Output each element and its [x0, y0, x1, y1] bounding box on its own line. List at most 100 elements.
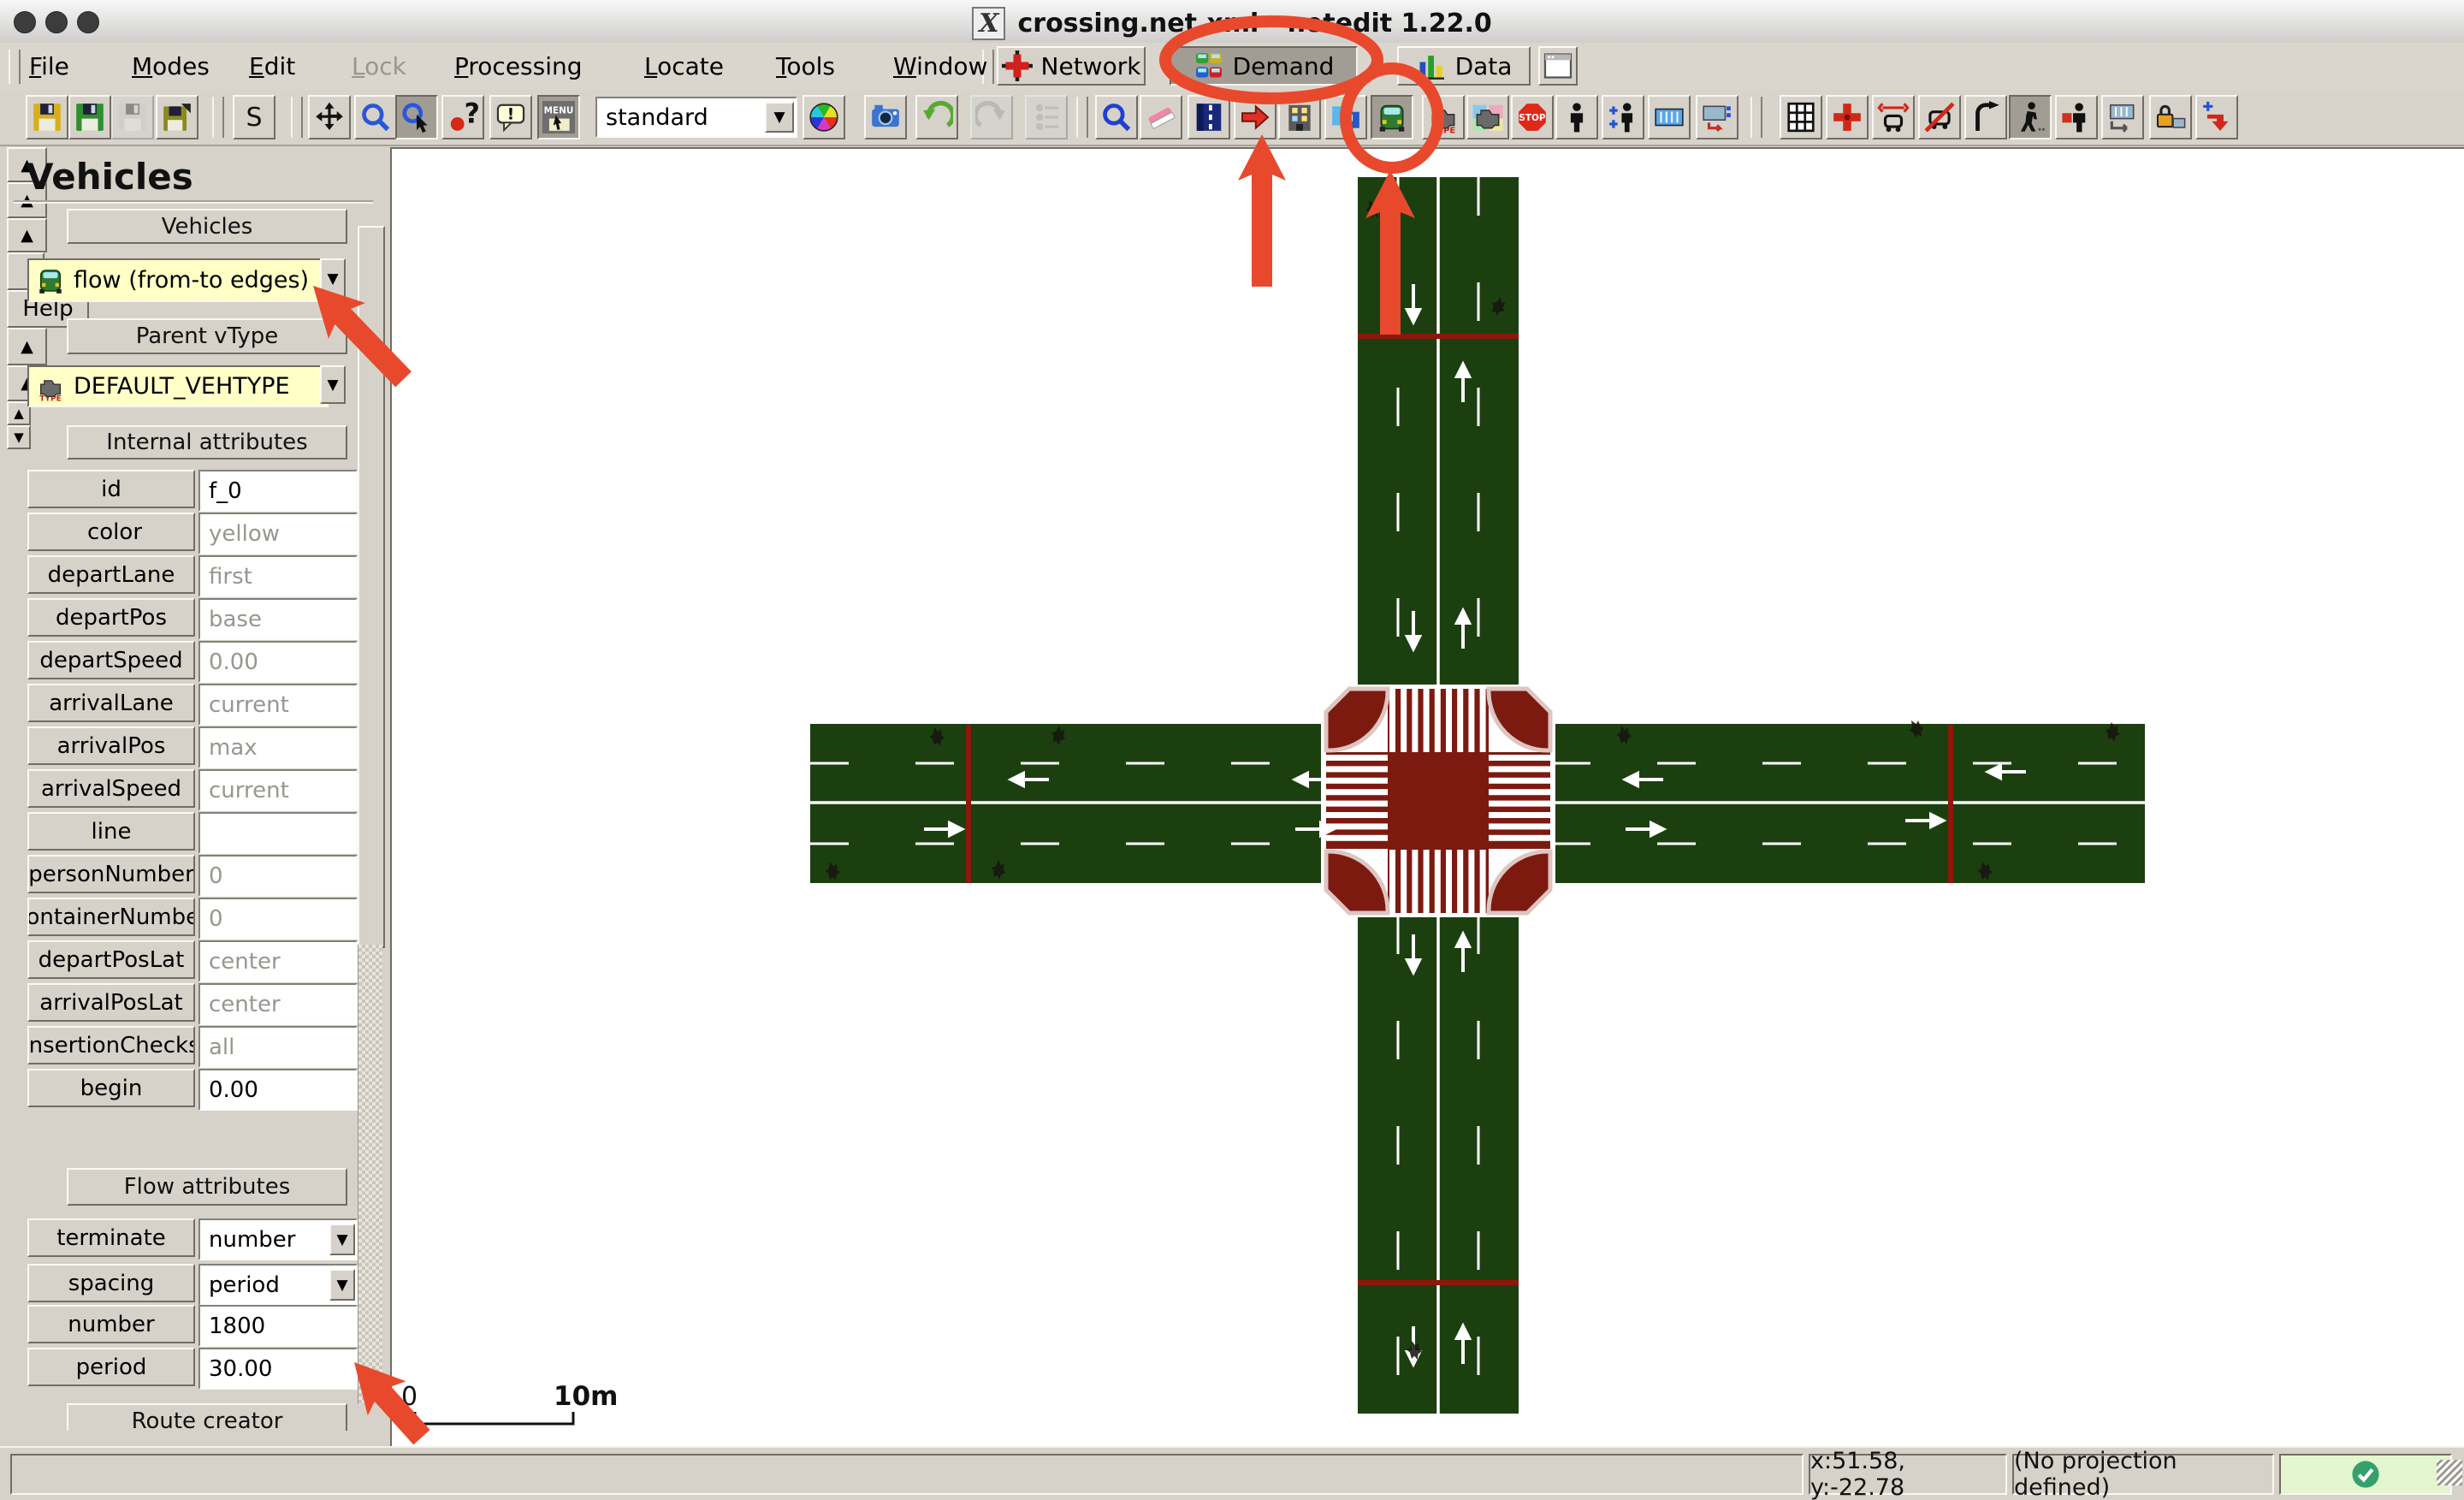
menu-window[interactable]: Window: [886, 48, 994, 84]
attr-label-personNumber[interactable]: personNumber: [27, 855, 195, 893]
chevron-down-icon[interactable]: ▼: [329, 1224, 355, 1255]
flow-label-spacing[interactable]: spacing: [27, 1264, 195, 1302]
supermode-network-button[interactable]: Network: [997, 46, 1146, 86]
attr-label-departPos[interactable]: departPos: [27, 598, 195, 637]
attr-input-departSpeed[interactable]: 0.00: [198, 641, 358, 683]
collapse-button-flow-attributes[interactable]: ▲: [7, 328, 47, 365]
menu-edit[interactable]: Edit: [242, 48, 302, 84]
select-mode-button[interactable]: [1188, 95, 1230, 139]
attr-input-arrivalPos[interactable]: max: [198, 726, 358, 768]
save-as-button[interactable]: [156, 95, 198, 139]
compute-options-button[interactable]: [1025, 95, 1068, 139]
save-disabled-button[interactable]: [111, 95, 154, 139]
supermode-s-button[interactable]: S: [233, 95, 275, 139]
zoom-cursor-button[interactable]: [395, 95, 438, 139]
move-view-button[interactable]: [308, 95, 351, 139]
toolbar-grip[interactable]: [9, 50, 21, 84]
route-distribution-mode-button[interactable]: [1324, 95, 1367, 139]
chevron-down-icon[interactable]: ▼: [329, 1269, 355, 1301]
person-mode-button[interactable]: [1555, 95, 1598, 139]
section-header-vehicles[interactable]: Vehicles: [67, 209, 347, 244]
junction-tool-button[interactable]: [1826, 95, 1869, 139]
attr-input-id[interactable]: f_0: [198, 470, 358, 512]
menu-file[interactable]: File: [22, 48, 76, 84]
attr-label-color[interactable]: color: [27, 513, 195, 551]
menu-hide-button[interactable]: MENU: [537, 95, 580, 139]
attr-input-personNumber[interactable]: 0: [198, 855, 358, 897]
section-header-parent-vtype[interactable]: Parent vType: [67, 318, 347, 354]
save-network-button[interactable]: [26, 95, 68, 139]
section-header-internal-attributes[interactable]: Internal attributes: [67, 425, 347, 459]
vehicle-mode-button[interactable]: [1371, 95, 1413, 139]
attr-input-arrivalPosLat[interactable]: center: [198, 983, 358, 1025]
snapshot-button[interactable]: [864, 95, 907, 139]
persons-tool-button[interactable]: [2055, 95, 2098, 139]
attr-label-departLane[interactable]: departLane: [27, 555, 195, 594]
collapse-button-internal-attributes[interactable]: ▲: [7, 218, 47, 252]
chevron-down-icon[interactable]: ▼: [320, 258, 346, 299]
menu-modes[interactable]: Modes: [125, 48, 216, 84]
attr-input-departLane[interactable]: first: [198, 555, 358, 597]
menu-tools[interactable]: Tools: [769, 48, 842, 84]
supermode-demand-button[interactable]: Demand: [1170, 46, 1358, 86]
vehicle-size-tool-button[interactable]: [1872, 95, 1915, 139]
section-header-route-creator[interactable]: Route creator: [67, 1403, 347, 1431]
attr-input-insertionChecks[interactable]: all: [198, 1026, 358, 1068]
panel-scroll-track[interactable]: [358, 945, 382, 1404]
vehicle-prohibit-tool-button[interactable]: [1918, 95, 1961, 139]
vehicle-type-combo[interactable]: flow (from-to edges): [27, 258, 329, 302]
redo-button[interactable]: [970, 95, 1013, 139]
attr-input-line[interactable]: [198, 812, 358, 854]
resize-grip[interactable]: [2437, 1460, 2462, 1485]
parent-vtype-combo[interactable]: TYPEDEFAULT_VEHTYPE: [27, 365, 329, 407]
delete-mode-button[interactable]: [1140, 95, 1182, 139]
inspect-mode-button[interactable]: [1095, 95, 1138, 139]
flow-input-number[interactable]: 1800: [198, 1305, 358, 1347]
attr-input-arrivalLane[interactable]: current: [198, 684, 358, 726]
section-header-flow-attributes[interactable]: Flow attributes: [67, 1168, 347, 1206]
zoom-in-button[interactable]: [354, 95, 397, 139]
attr-label-begin[interactable]: begin: [27, 1069, 195, 1107]
flow-label-number[interactable]: number: [27, 1305, 195, 1343]
attr-label-containerNumber[interactable]: containerNumber: [27, 898, 195, 936]
menu-processing[interactable]: Processing: [447, 48, 589, 84]
attr-input-arrivalSpeed[interactable]: current: [198, 769, 358, 811]
colorscheme-open-button[interactable]: [803, 95, 845, 139]
attr-input-departPosLat[interactable]: center: [198, 940, 358, 982]
attr-label-line[interactable]: line: [27, 812, 195, 851]
flow-label-period[interactable]: period: [27, 1348, 195, 1386]
lock-tool-button[interactable]: [2149, 95, 2192, 139]
menu-lock[interactable]: Lock: [345, 48, 413, 84]
flow-label-terminate[interactable]: terminate: [27, 1218, 195, 1257]
route-mode-button[interactable]: [1278, 95, 1321, 139]
attr-label-departSpeed[interactable]: departSpeed: [27, 641, 195, 679]
attr-input-containerNumber[interactable]: 0: [198, 898, 358, 940]
message-window-button[interactable]: !: [489, 95, 532, 139]
save-sumoconfig-button[interactable]: [68, 95, 111, 139]
attr-label-insertionChecks[interactable]: insertionChecks: [27, 1026, 195, 1064]
flow-numbers-tool-button[interactable]: [2195, 95, 2238, 139]
attr-label-departPosLat[interactable]: departPosLat: [27, 940, 195, 979]
attr-input-departPos[interactable]: base: [198, 598, 358, 640]
flow-input-spacing[interactable]: period▼: [198, 1264, 358, 1306]
attr-label-arrivalPosLat[interactable]: arrivalPosLat: [27, 983, 195, 1022]
type-mode-button[interactable]: TYPE: [1422, 95, 1465, 139]
view-style-select[interactable]: standard ▼: [595, 97, 797, 138]
person-plan-mode-button[interactable]: [1602, 95, 1644, 139]
container-route-tool-button[interactable]: [2101, 95, 2144, 139]
undo-button[interactable]: [915, 95, 958, 139]
container-plan-mode-button[interactable]: [1696, 95, 1738, 139]
attr-label-id[interactable]: id: [27, 470, 195, 508]
supermode-data-button[interactable]: Data: [1397, 46, 1531, 86]
network-view[interactable]: 010m: [392, 149, 2464, 1448]
chevron-down-icon[interactable]: ▼: [320, 365, 346, 404]
move-mode-button[interactable]: [1234, 95, 1276, 139]
attr-label-arrivalPos[interactable]: arrivalPos: [27, 726, 195, 765]
window-toggle-button[interactable]: [1538, 46, 1578, 86]
online-help-button[interactable]: ?: [441, 95, 484, 139]
grid-tool-button[interactable]: [1780, 95, 1822, 139]
menu-locate[interactable]: Locate: [637, 48, 731, 84]
pedestrian-tool-button[interactable]: [2009, 95, 2052, 139]
panel-scroll-down[interactable]: ▼: [7, 425, 31, 449]
stop-mode-button[interactable]: STOP: [1511, 95, 1554, 139]
